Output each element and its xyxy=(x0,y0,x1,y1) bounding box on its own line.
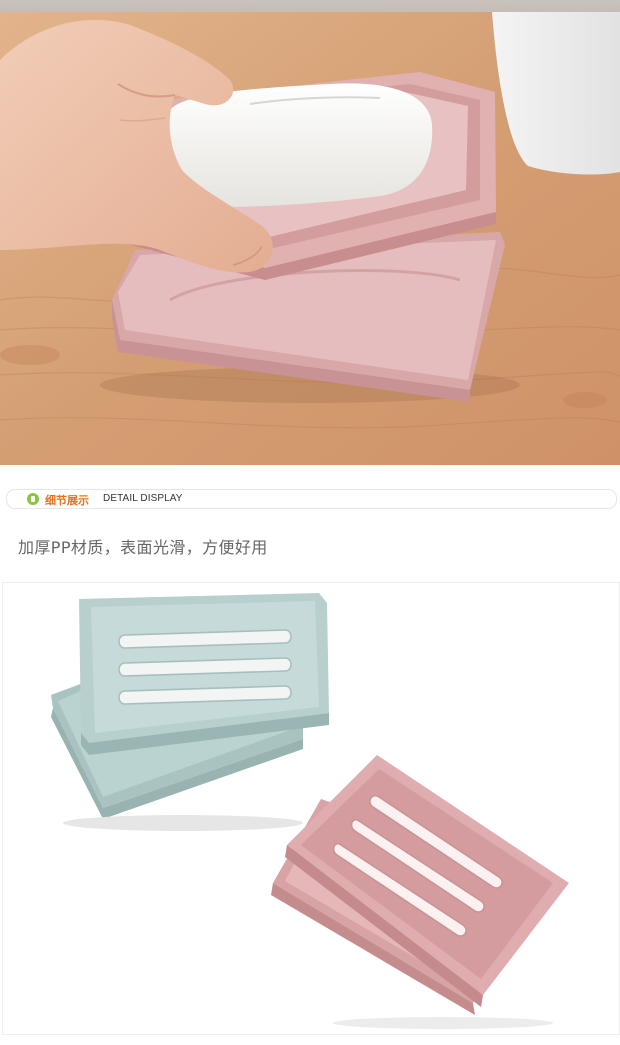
section-subtitle: DETAIL DISPLAY xyxy=(103,493,183,504)
leaf-badge-icon xyxy=(27,493,39,505)
section-title: 细节展示 xyxy=(45,494,89,507)
soap-dish-colors-image xyxy=(51,593,569,1029)
feature-caption: 加厚PP材质，表面光滑，方便好用 xyxy=(18,538,268,557)
soap-dish-in-use-image xyxy=(0,0,620,465)
product-photo-bottom xyxy=(2,582,620,1035)
product-photo-top xyxy=(0,0,620,465)
section-header-bar: 细节展示 DETAIL DISPLAY xyxy=(6,489,617,509)
